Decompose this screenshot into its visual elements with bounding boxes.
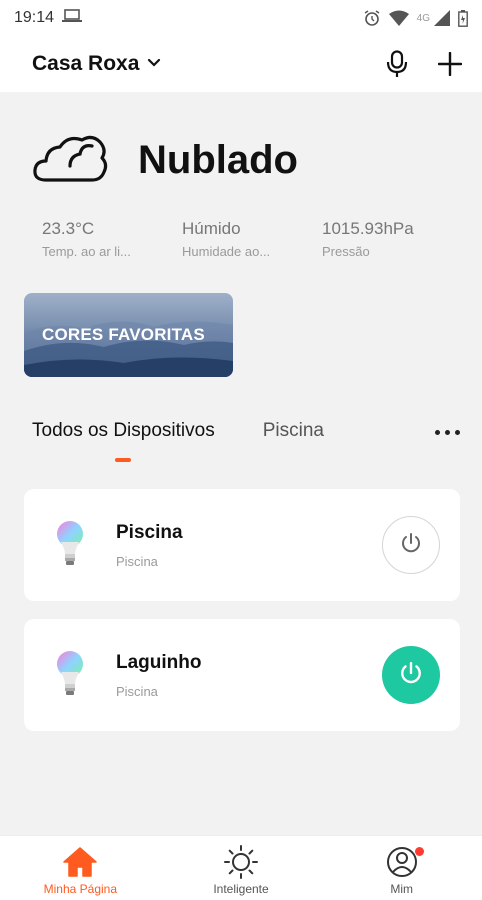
active-tab-indicator <box>115 458 132 462</box>
device-card-laguinho[interactable]: Laguinho Piscina <box>24 619 460 731</box>
nav-smart[interactable]: Inteligente <box>161 836 322 900</box>
device-room: Piscina <box>116 553 158 569</box>
network-type: 4G <box>416 12 430 24</box>
home-icon <box>62 844 98 880</box>
alarm-icon <box>363 9 381 27</box>
sun-icon <box>224 844 258 880</box>
wifi-icon <box>388 10 409 26</box>
weather-panel: Nublado 23.3°C Temp. ao ar li... Húmido … <box>32 130 452 259</box>
tab-piscina[interactable]: Piscina <box>263 420 324 442</box>
power-icon <box>399 661 423 690</box>
cloud-icon <box>32 130 108 191</box>
stat-label: Temp. ao ar li... <box>42 244 131 259</box>
power-button[interactable] <box>382 516 440 574</box>
status-time: 19:14 <box>14 9 55 26</box>
power-icon <box>400 532 422 559</box>
nav-label: Inteligente <box>213 882 269 896</box>
rgb-bulb-icon <box>54 520 86 570</box>
stat-label: Pressão <box>322 244 370 259</box>
microphone-icon[interactable] <box>386 50 408 78</box>
device-card-piscina[interactable]: Piscina Piscina <box>24 489 460 601</box>
stat-value: 1015.93hPa <box>322 219 414 238</box>
power-button[interactable] <box>382 646 440 704</box>
stat-value: Húmido <box>182 219 241 238</box>
room-tabs: Todos os Dispositivos Piscina <box>32 420 460 470</box>
weather-condition: Nublado <box>138 138 298 182</box>
humidity-stat: Húmido Humidade ao... <box>172 219 312 259</box>
nav-label: Minha Página <box>43 882 118 896</box>
plus-icon[interactable] <box>438 52 462 76</box>
device-name: Piscina <box>116 521 183 543</box>
tab-all-devices[interactable]: Todos os Dispositivos <box>32 420 215 462</box>
nav-my-page[interactable]: Minha Página <box>0 836 161 900</box>
device-room: Piscina <box>116 683 158 699</box>
banner-label: CORES FAVORITAS <box>42 325 205 344</box>
home-selector[interactable]: Casa Roxa <box>32 52 139 76</box>
battery-icon <box>458 9 468 27</box>
chevron-down-icon[interactable] <box>147 55 161 73</box>
bottom-nav: Minha Página Inteligente Mim <box>0 835 482 900</box>
signal-icon <box>434 10 450 26</box>
user-icon <box>386 844 424 880</box>
notification-badge <box>414 847 424 856</box>
temperature-stat: 23.3°C Temp. ao ar li... <box>32 219 172 259</box>
tab-label: Piscina <box>262 420 324 441</box>
nav-me[interactable]: Mim <box>321 836 482 900</box>
status-bar: 19:14 4G <box>0 0 482 36</box>
stat-value: 23.3°C <box>42 219 95 238</box>
favorite-colors-banner[interactable]: CORES FAVORITAS <box>24 293 233 377</box>
pressure-stat: 1015.93hPa Pressão <box>312 219 452 259</box>
more-dots-icon[interactable] <box>435 420 460 435</box>
header: Casa Roxa <box>0 36 482 92</box>
stat-label: Humidade ao... <box>182 244 271 259</box>
rgb-bulb-icon <box>54 650 86 700</box>
nav-label: Mim <box>390 882 414 896</box>
laptop-icon <box>62 8 83 28</box>
tab-label: Todos os Dispositivos <box>32 420 215 441</box>
device-name: Laguinho <box>116 651 202 673</box>
